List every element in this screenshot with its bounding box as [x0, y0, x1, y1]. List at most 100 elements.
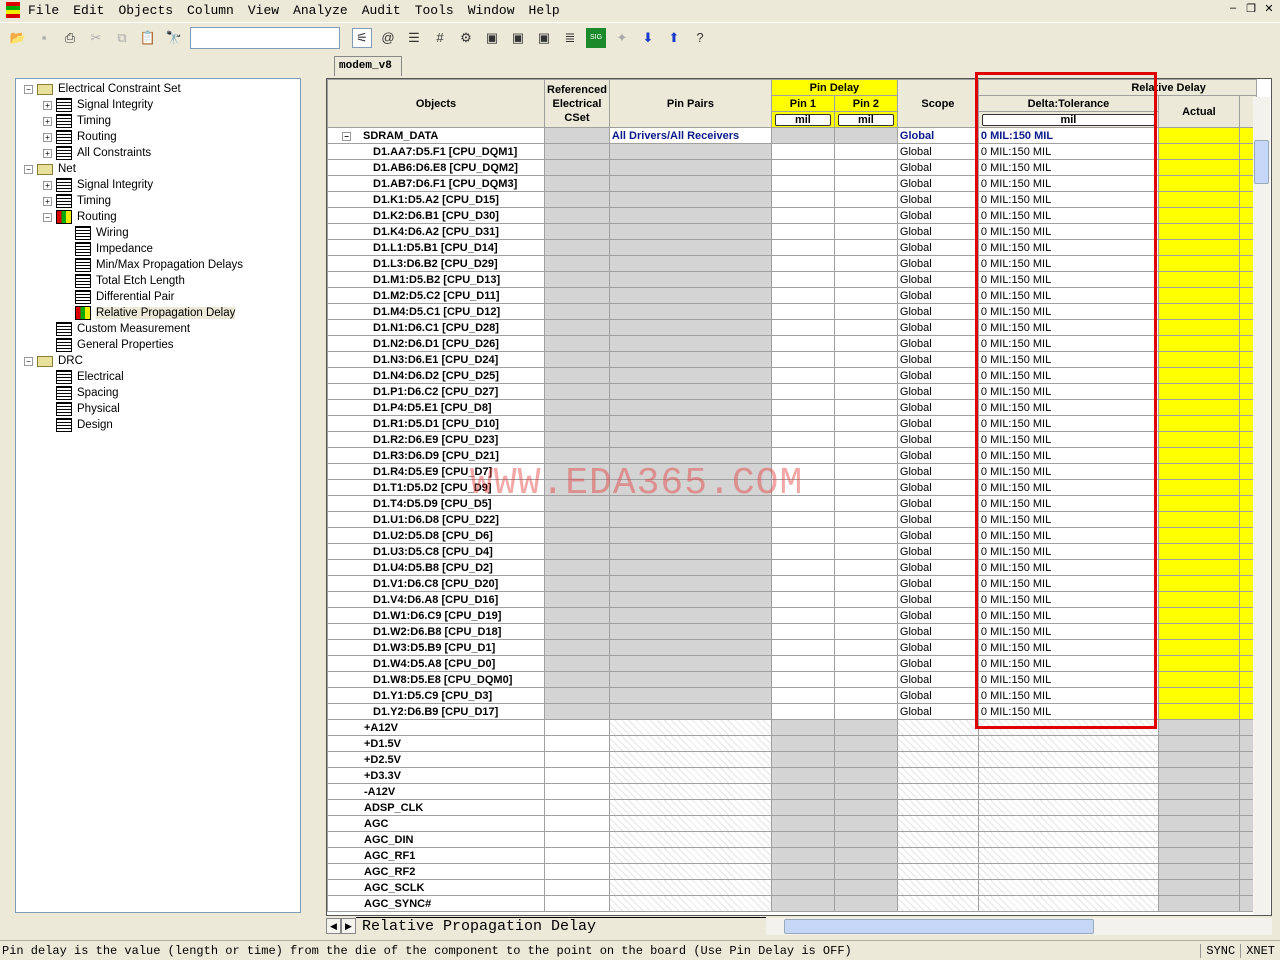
object-cell[interactable]: D1.P4:D5.E1 [CPU_D8] [327, 399, 545, 416]
pin2-cell[interactable] [833, 639, 898, 656]
pin2-cell[interactable] [833, 703, 898, 720]
scope-cell[interactable]: Global [896, 287, 979, 304]
scope-cell[interactable]: Global [896, 655, 979, 672]
scope-cell[interactable]: Global [896, 623, 979, 640]
pin1-cell[interactable] [770, 703, 835, 720]
pin1-cell[interactable] [770, 415, 835, 432]
pin2-cell[interactable] [833, 255, 898, 272]
pin1-cell[interactable] [770, 287, 835, 304]
object-cell[interactable]: D1.N2:D6.D1 [CPU_D26] [327, 335, 545, 352]
pin1-cell[interactable] [770, 239, 835, 256]
pin1-cell[interactable] [770, 191, 835, 208]
pin2-cell[interactable] [833, 447, 898, 464]
pin1-cell[interactable] [770, 271, 835, 288]
pin1-cell[interactable] [770, 319, 835, 336]
scope-cell[interactable]: Global [896, 463, 979, 480]
print-icon[interactable]: ⎙ [60, 28, 80, 48]
scope-cell[interactable]: Global [896, 479, 979, 496]
rows-icon[interactable]: ☰ [404, 28, 424, 48]
scope-cell[interactable]: Global [896, 143, 979, 160]
tree-item[interactable]: + Routing [16, 129, 300, 145]
collapse-icon[interactable]: − [342, 131, 351, 141]
pin2-cell[interactable] [833, 623, 898, 640]
scope-cell[interactable]: Global [896, 383, 979, 400]
pin1-cell[interactable] [770, 303, 835, 320]
object-cell[interactable]: AGC_SCLK [327, 879, 545, 896]
pin2-cell[interactable] [833, 591, 898, 608]
pin1-cell[interactable] [770, 159, 835, 176]
scope-cell[interactable]: Global [896, 127, 979, 144]
col-pin-pairs[interactable]: Pin Pairs [608, 79, 772, 128]
menu-column[interactable]: Column [187, 3, 234, 18]
tree-item[interactable]: Spacing [16, 385, 300, 401]
tree-item[interactable]: + Timing [16, 113, 300, 129]
net-row[interactable]: AGC_SCLK [327, 879, 1257, 896]
object-cell[interactable]: +A12V [327, 719, 545, 736]
sigxp-icon[interactable]: SIG [586, 27, 606, 48]
object-cell[interactable]: AGC_DIN [327, 831, 545, 848]
help-icon[interactable]: ? [690, 28, 710, 48]
object-cell[interactable]: D1.K4:D6.A2 [CPU_D31] [327, 223, 545, 240]
scope-cell[interactable]: Global [896, 303, 979, 320]
pin1-cell[interactable] [770, 607, 835, 624]
object-cell[interactable]: D1.U4:D5.B8 [CPU_D2] [327, 559, 545, 576]
col-pin-delay[interactable]: Pin Delay [770, 79, 898, 96]
object-cell[interactable]: D1.K2:D6.B1 [CPU_D30] [327, 207, 545, 224]
pin1-cell[interactable] [770, 255, 835, 272]
object-cell[interactable]: AGC_RF2 [327, 863, 545, 880]
menu-objects[interactable]: Objects [118, 3, 173, 18]
pin2-cell[interactable] [833, 175, 898, 192]
tree-item[interactable]: General Properties [16, 337, 300, 353]
scope-cell[interactable]: Global [896, 399, 979, 416]
pin2-cell[interactable] [833, 335, 898, 352]
object-cell[interactable]: D1.U2:D5.D8 [CPU_D6] [327, 527, 545, 544]
pin1-cell[interactable] [770, 639, 835, 656]
scope-cell[interactable]: Global [896, 415, 979, 432]
object-cell[interactable]: D1.R1:D5.D1 [CPU_D10] [327, 415, 545, 432]
tree-item[interactable]: + Signal Integrity [16, 177, 300, 193]
scope-cell[interactable]: Global [896, 351, 979, 368]
collapse-icon[interactable]: − [43, 212, 52, 222]
col-ref-cset[interactable]: Referenced Electrical CSet [544, 79, 610, 128]
scope-cell[interactable]: Global [896, 239, 979, 256]
object-cell[interactable]: D1.K1:D5.A2 [CPU_D15] [327, 191, 545, 208]
pin2-cell[interactable] [833, 287, 898, 304]
menu-view[interactable]: View [248, 3, 279, 18]
bus-filter-icon[interactable]: ▣ [534, 28, 554, 48]
net-row[interactable]: +D3.3V [327, 767, 1257, 784]
pin1-cell[interactable] [770, 207, 835, 224]
collapse-icon[interactable]: − [24, 84, 33, 94]
pin1-cell[interactable] [770, 367, 835, 384]
object-cell[interactable]: D1.N4:D6.D2 [CPU_D25] [327, 367, 545, 384]
expand-icon[interactable]: + [43, 132, 52, 142]
tab-modem-v8[interactable]: modem_v8 [334, 56, 402, 76]
net-row[interactable]: +D2.5V [327, 751, 1257, 768]
col-objects[interactable]: Objects [327, 79, 545, 128]
col-pin2[interactable]: Pin 2 [833, 95, 898, 112]
scope-cell[interactable]: Global [896, 191, 979, 208]
pin2-cell[interactable] [833, 687, 898, 704]
scope-cell[interactable]: Global [896, 575, 979, 592]
col-scope[interactable]: Scope [896, 79, 979, 128]
tree-item[interactable]: Physical [16, 401, 300, 417]
scope-cell[interactable]: Global [896, 319, 979, 336]
pin1-cell[interactable] [770, 175, 835, 192]
scope-cell[interactable]: Global [896, 159, 979, 176]
pin2-cell[interactable] [833, 191, 898, 208]
pin2-cell[interactable] [833, 223, 898, 240]
menu-edit[interactable]: Edit [73, 3, 104, 18]
expand-icon[interactable]: + [43, 196, 52, 206]
object-cell[interactable]: ADSP_CLK [327, 799, 545, 816]
net-row[interactable]: AGC_SYNC# [327, 895, 1257, 912]
object-cell[interactable]: D1.U1:D6.D8 [CPU_D22] [327, 511, 545, 528]
analyze-icon[interactable]: ⚙ [456, 28, 476, 48]
pin1-cell[interactable] [770, 527, 835, 544]
tree-item[interactable]: Impedance [16, 241, 300, 257]
object-cell[interactable]: +D2.5V [327, 751, 545, 768]
pin2-cell[interactable] [833, 303, 898, 320]
pin2-cell[interactable] [833, 559, 898, 576]
scope-cell[interactable]: Global [896, 559, 979, 576]
copy-icon[interactable]: ⧉ [112, 28, 132, 48]
scope-cell[interactable]: Global [896, 639, 979, 656]
pin2-unit-button[interactable]: mil [837, 113, 894, 126]
